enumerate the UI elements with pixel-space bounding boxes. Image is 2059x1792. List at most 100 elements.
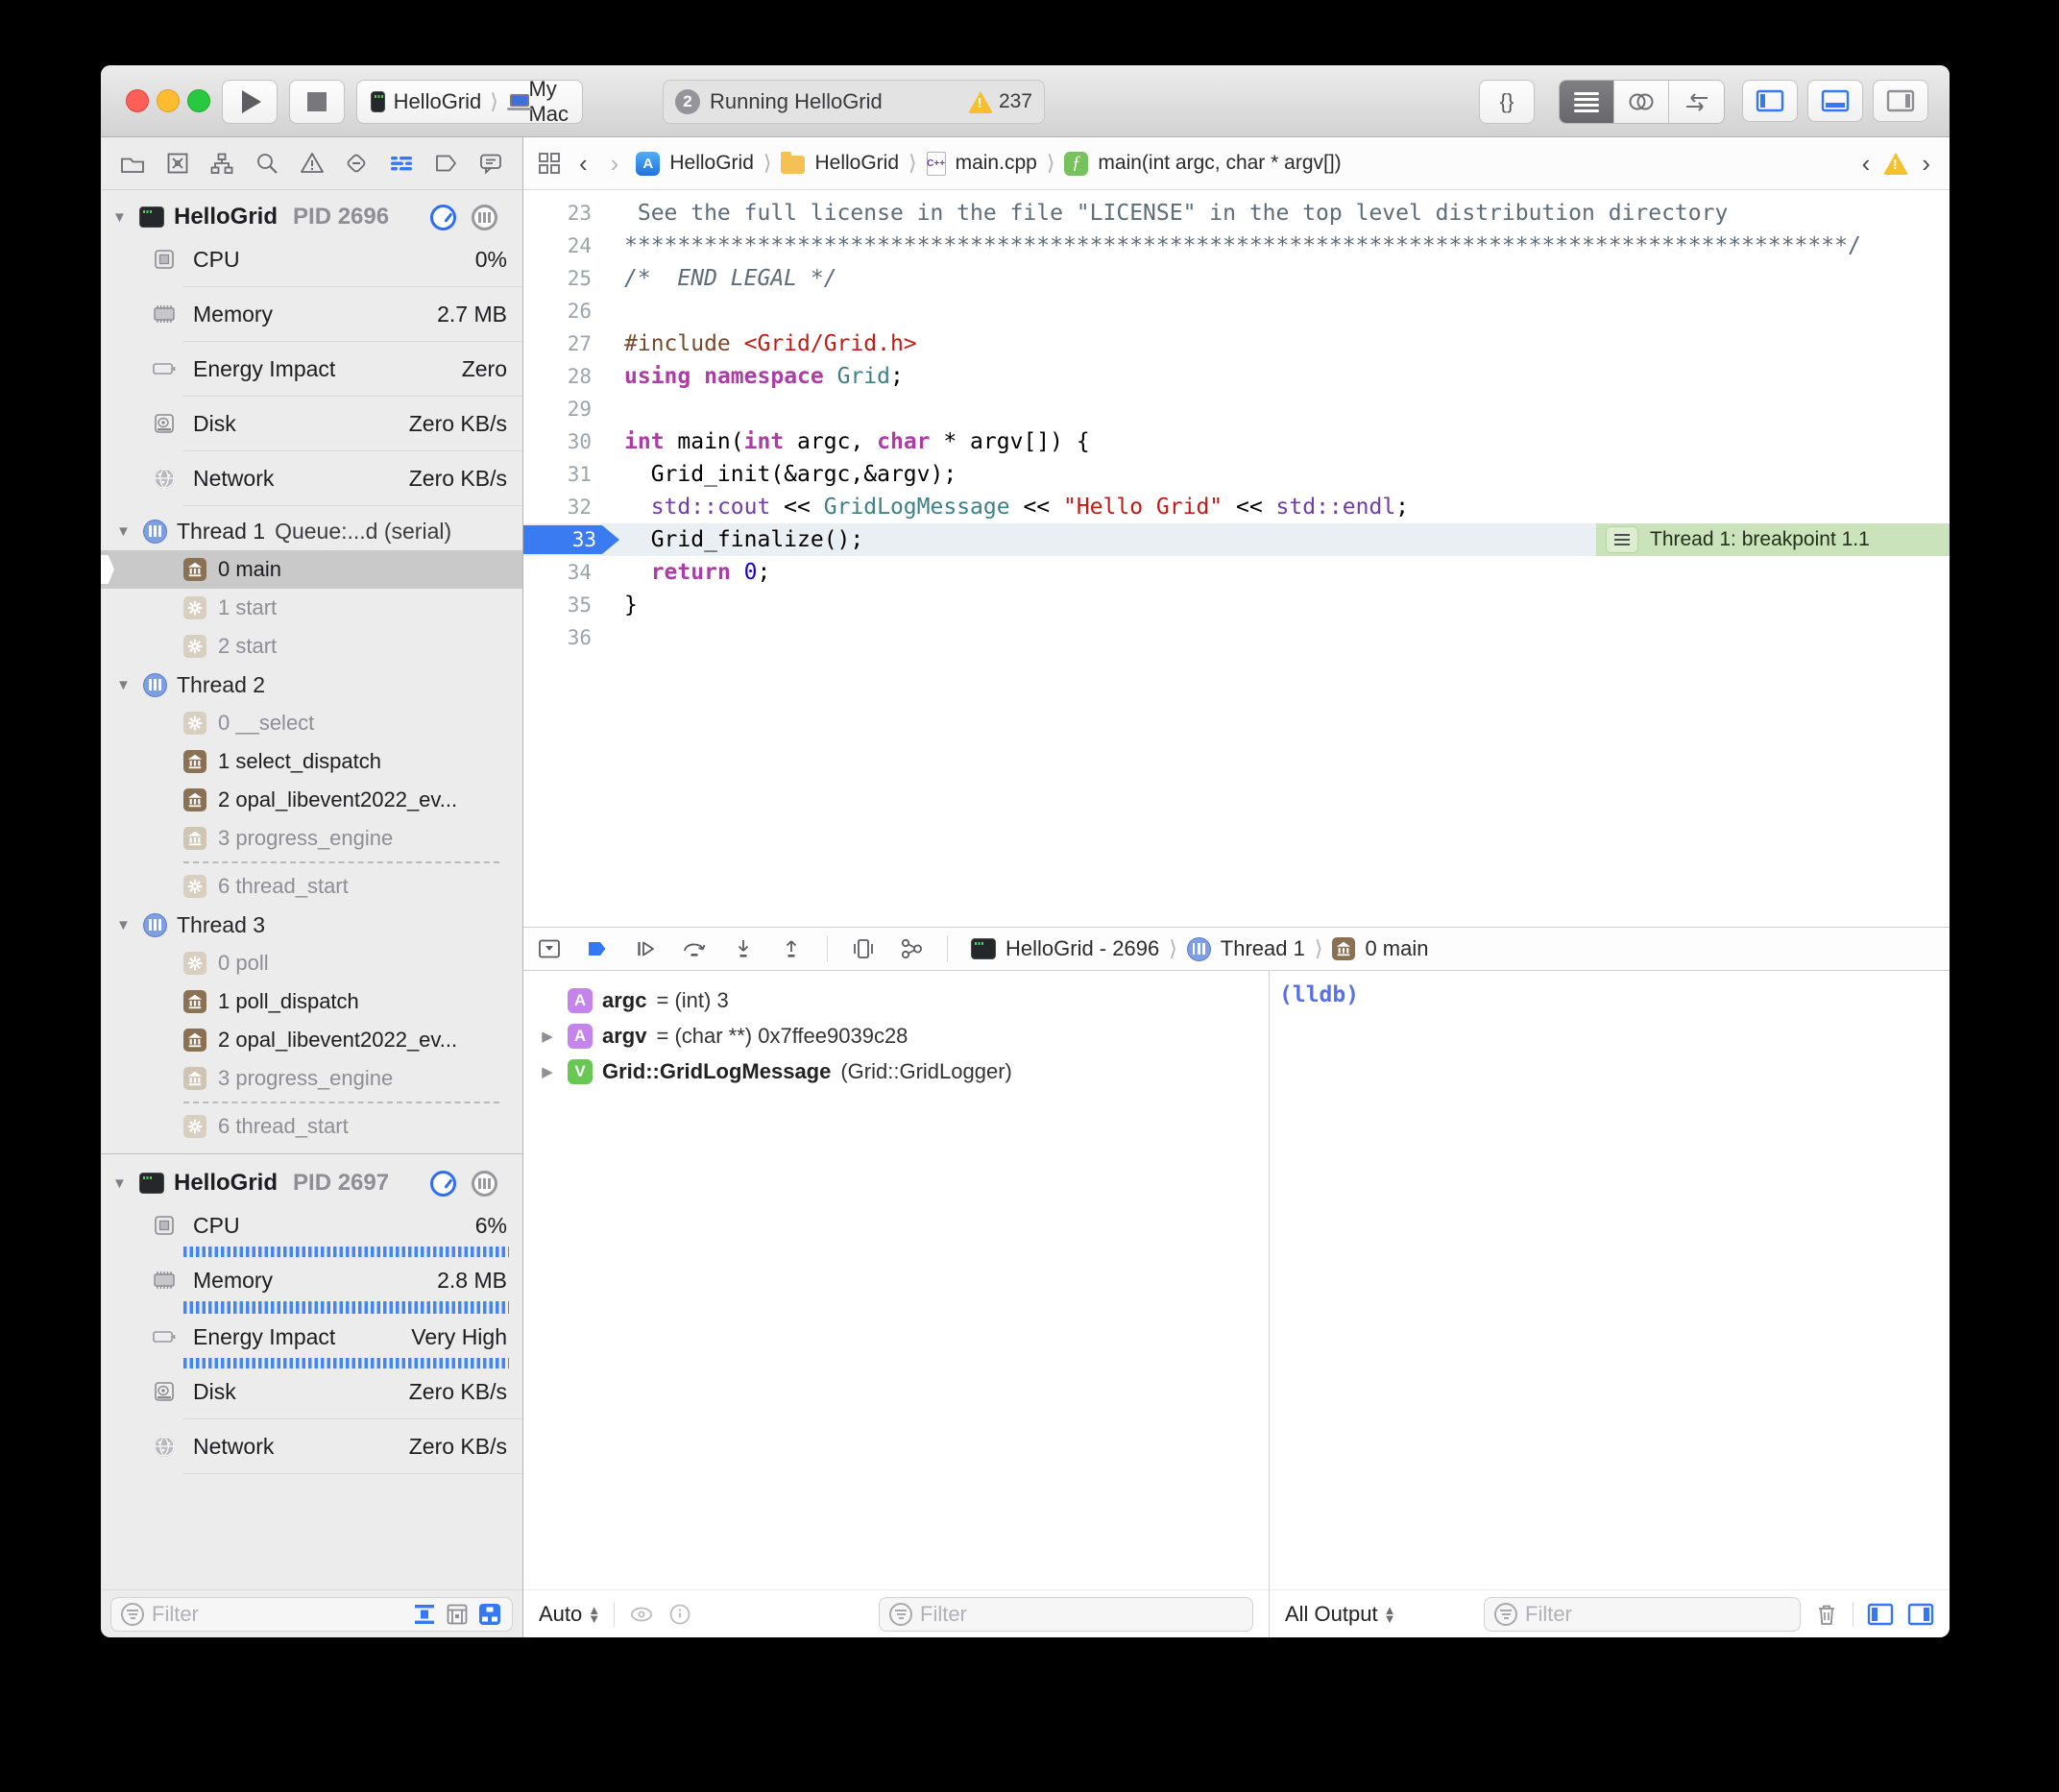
performance-gauge-icon[interactable] <box>430 1171 456 1197</box>
info-icon[interactable] <box>668 1603 691 1626</box>
code-snippets-button[interactable]: {} <box>1479 80 1535 124</box>
breakpoint-annotation[interactable]: Thread 1: breakpoint 1.1 <box>1596 523 1950 556</box>
activity-status[interactable]: 2 Running HelloGrid 237 <box>663 80 1045 124</box>
process-stat-row[interactable]: CPU6% <box>101 1204 522 1247</box>
breadcrumb-item[interactable]: HelloGrid <box>669 152 754 175</box>
issue-warning-icon[interactable] <box>1883 153 1908 175</box>
code-line[interactable]: 23 See the full license in the file "LIC… <box>523 197 1950 230</box>
hide-debug-area-icon[interactable] <box>537 936 562 961</box>
source-editor[interactable]: 23 See the full license in the file "LIC… <box>523 190 1950 927</box>
threads-gauge-icon[interactable] <box>472 1171 497 1197</box>
code-line[interactable]: 35} <box>523 589 1950 621</box>
stack-frame-row[interactable]: 6 thread_start <box>101 867 522 906</box>
stack-frame-row[interactable]: 0 main <box>101 550 522 589</box>
related-items-icon[interactable] <box>537 151 562 176</box>
project-navigator-icon[interactable] <box>116 147 149 180</box>
view-by-queue-icon[interactable] <box>445 1602 470 1627</box>
code-line[interactable]: 26 <box>523 295 1950 327</box>
standard-editor-button[interactable] <box>1560 81 1614 123</box>
view-by-thread-icon[interactable] <box>477 1602 502 1627</box>
code-line[interactable]: 29 <box>523 393 1950 425</box>
debug-view-hierarchy-icon[interactable] <box>851 936 876 961</box>
process-stat-row[interactable]: NetworkZero KB/s <box>101 457 522 499</box>
variables-filter-field[interactable] <box>879 1597 1253 1632</box>
stack-frame-row[interactable]: 3 progress_engine <box>101 819 522 858</box>
variables-filter-input[interactable] <box>920 1602 1243 1627</box>
code-line[interactable]: 36 <box>523 621 1950 654</box>
breakpoint-menu-icon[interactable] <box>1606 526 1638 553</box>
stack-frame-row[interactable]: 1 start <box>101 589 522 627</box>
process-stat-row[interactable]: Energy ImpactVery High <box>101 1316 522 1358</box>
thread-row[interactable]: ▼Thread 2 <box>101 666 522 704</box>
breadcrumb-item[interactable]: main(int argc, char * argv[]) <box>1098 152 1341 175</box>
step-over-icon[interactable] <box>681 936 708 961</box>
debug-navigator-icon[interactable] <box>385 147 418 180</box>
stack-frame-row[interactable]: 1 select_dispatch <box>101 742 522 781</box>
breakpoint-navigator-icon[interactable] <box>429 147 462 180</box>
stack-frame-row[interactable]: 2 start <box>101 627 522 666</box>
disclosure-triangle-icon[interactable]: ▼ <box>116 523 133 540</box>
disclosure-triangle-icon[interactable]: ▶ <box>537 1063 558 1080</box>
next-issue-button[interactable]: › <box>1916 149 1936 179</box>
process-stat-row[interactable]: CPU0% <box>101 238 522 280</box>
code-line[interactable]: 24**************************************… <box>523 230 1950 262</box>
variable-row[interactable]: ▶Aargv = (char **) 0x7ffee9039c28 <box>523 1018 1269 1053</box>
step-into-icon[interactable] <box>731 936 756 961</box>
console-output-selector[interactable]: All Output▲▼ <box>1285 1602 1395 1627</box>
disclosure-triangle-icon[interactable]: ▼ <box>116 917 133 933</box>
navigator-filter-input[interactable] <box>152 1602 399 1627</box>
navigator-filter-field[interactable] <box>110 1597 513 1632</box>
disclosure-triangle-icon[interactable]: ▼ <box>112 209 130 226</box>
version-editor-button[interactable] <box>1669 81 1724 123</box>
previous-issue-button[interactable]: ‹ <box>1856 149 1877 179</box>
scheme-selector[interactable]: HelloGrid ⟩ My Mac <box>356 80 583 124</box>
breadcrumb-item[interactable]: main.cpp <box>956 152 1037 175</box>
toggle-navigator-button[interactable] <box>1742 80 1798 122</box>
clear-console-trash-icon[interactable] <box>1814 1601 1839 1628</box>
process-header[interactable]: ▼HelloGridPID 2696 <box>101 196 522 238</box>
show-console-view-icon[interactable] <box>1907 1603 1934 1626</box>
debug-memory-graph-icon[interactable] <box>899 936 924 961</box>
stack-frame-row[interactable]: 2 opal_libevent2022_ev... <box>101 1021 522 1059</box>
threads-gauge-icon[interactable] <box>472 205 497 230</box>
breadcrumb-item[interactable]: HelloGrid <box>814 152 899 175</box>
issue-navigator-icon[interactable] <box>296 147 328 180</box>
variable-row[interactable]: Aargc = (int) 3 <box>523 982 1269 1018</box>
process-stat-row[interactable]: Energy ImpactZero <box>101 348 522 390</box>
disclosure-triangle-icon[interactable]: ▶ <box>537 1028 558 1045</box>
minimize-window-button[interactable] <box>157 89 180 112</box>
process-stat-row[interactable]: DiskZero KB/s <box>101 1370 522 1413</box>
symbol-navigator-icon[interactable] <box>206 147 238 180</box>
debug-process-label[interactable]: HelloGrid - 2696 <box>1005 936 1159 961</box>
report-navigator-icon[interactable] <box>474 147 507 180</box>
code-line[interactable]: 33 Grid_finalize();Thread 1: breakpoint … <box>523 523 1950 556</box>
debug-frame-label[interactable]: 0 main <box>1365 936 1428 961</box>
variable-row[interactable]: ▶VGrid::GridLogMessage (Grid::GridLogger… <box>523 1053 1269 1089</box>
code-line[interactable]: 27#include <Grid/Grid.h> <box>523 327 1950 360</box>
go-forward-button[interactable]: › <box>605 149 625 179</box>
step-out-icon[interactable] <box>779 936 804 961</box>
process-stat-row[interactable]: DiskZero KB/s <box>101 402 522 445</box>
stop-button[interactable] <box>289 80 345 124</box>
console-filter-input[interactable] <box>1525 1602 1790 1627</box>
run-button[interactable] <box>222 80 278 124</box>
stack-frame-row[interactable]: 2 opal_libevent2022_ev... <box>101 781 522 819</box>
variables-scope-selector[interactable]: Auto▲▼ <box>539 1602 600 1627</box>
zoom-window-button[interactable] <box>187 89 210 112</box>
toggle-debug-area-button[interactable] <box>1807 80 1863 122</box>
quicklook-eye-icon[interactable] <box>628 1604 655 1625</box>
stack-frame-row[interactable]: 0 poll <box>101 944 522 982</box>
performance-gauge-icon[interactable] <box>430 205 456 230</box>
process-stat-row[interactable]: NetworkZero KB/s <box>101 1425 522 1467</box>
process-stat-row[interactable]: Memory2.7 MB <box>101 293 522 335</box>
thread-row[interactable]: ▼Thread 1Queue:...d (serial) <box>101 512 522 550</box>
code-line[interactable]: 32 std::cout << GridLogMessage << "Hello… <box>523 491 1950 523</box>
find-navigator-icon[interactable] <box>251 147 283 180</box>
toggle-inspector-button[interactable] <box>1873 80 1928 122</box>
stack-frame-row[interactable]: 3 progress_engine <box>101 1059 522 1098</box>
close-window-button[interactable] <box>126 89 149 112</box>
code-line[interactable]: 28using namespace Grid; <box>523 360 1950 393</box>
process-stat-row[interactable]: Memory2.8 MB <box>101 1259 522 1301</box>
code-line[interactable]: 31 Grid_init(&argc,&argv); <box>523 458 1950 491</box>
test-navigator-icon[interactable] <box>340 147 373 180</box>
